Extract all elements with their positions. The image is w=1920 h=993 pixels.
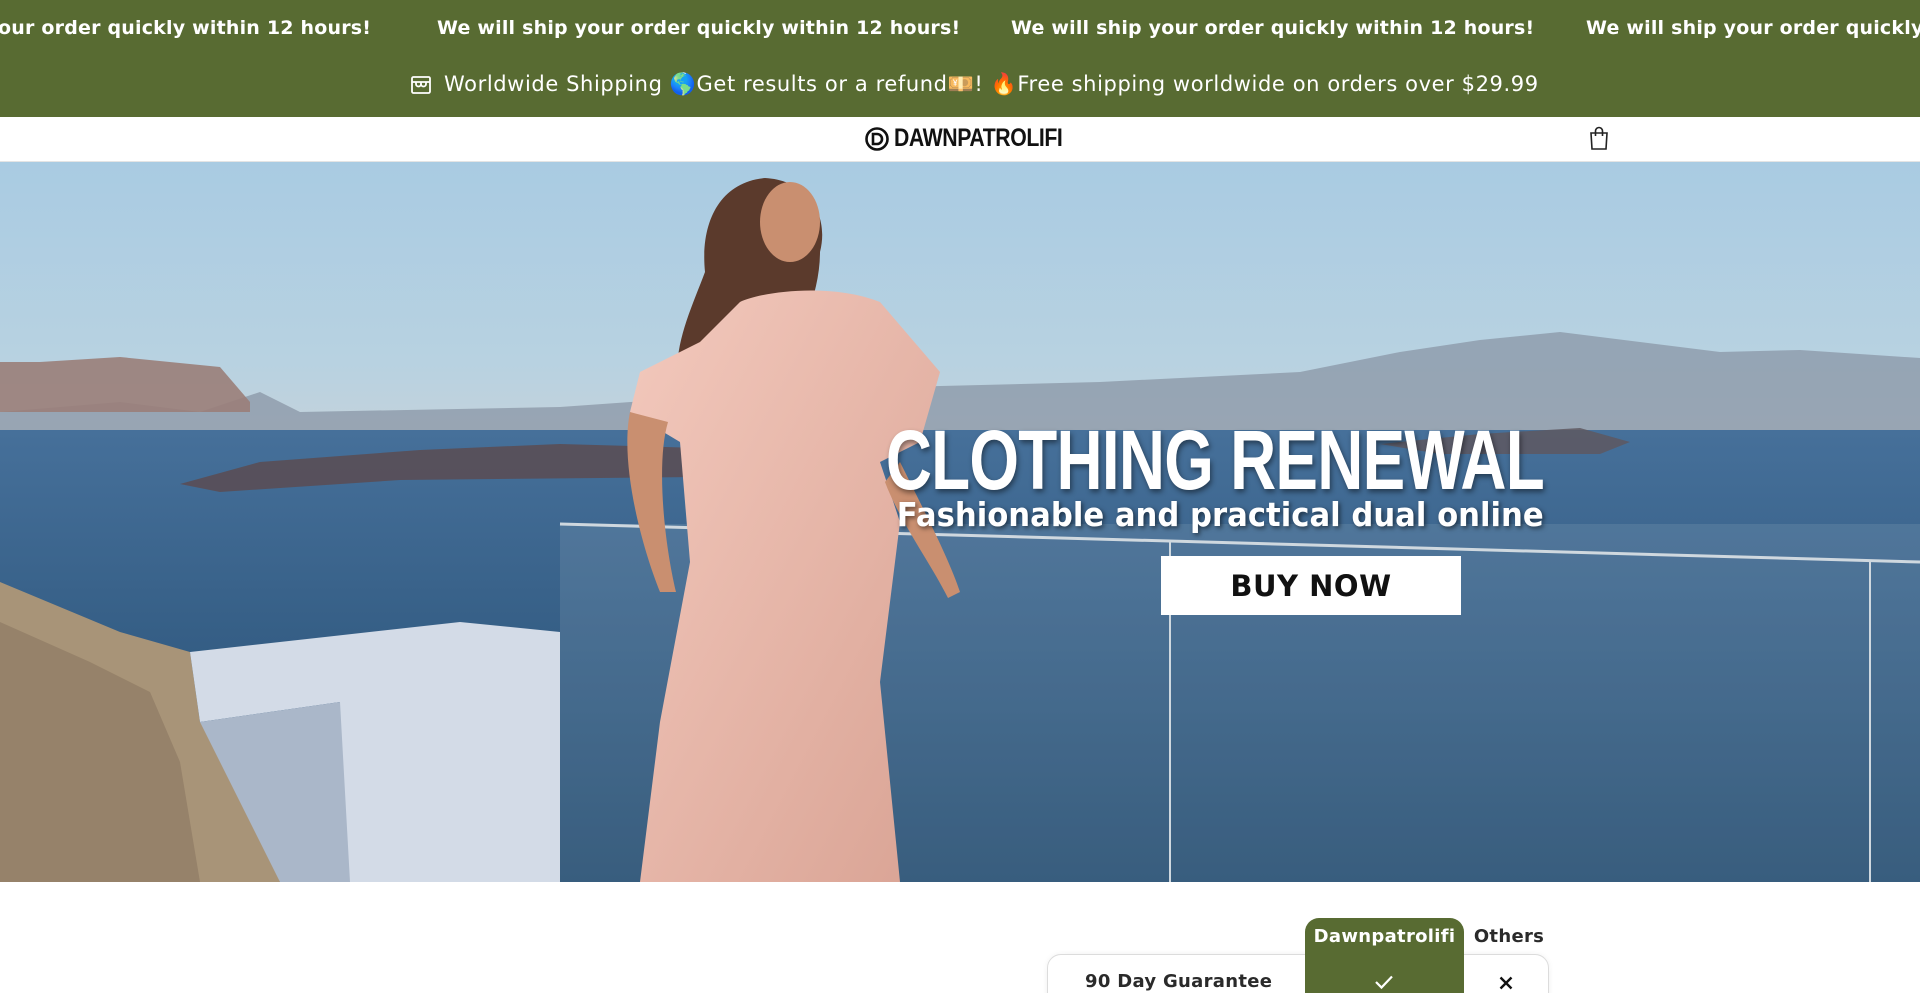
others-column-title: Others bbox=[1473, 926, 1545, 947]
logo-link[interactable]: DAWNPATROLIFI bbox=[865, 124, 1092, 153]
comparison-row-label: 90 Day Guarantee bbox=[1085, 971, 1273, 992]
cart-icon[interactable] bbox=[1587, 125, 1611, 151]
marquee-item: We will ship your order quickly within 1… bbox=[437, 17, 961, 39]
marquee-item: We will ship your order quickly w bbox=[1586, 17, 1920, 39]
hero-subheadline: Fashionable and practical dual online bbox=[896, 495, 1544, 534]
logo-text: DAWNPATROLIFI bbox=[894, 124, 1063, 152]
store-icon bbox=[410, 74, 432, 96]
marquee-item: We will ship your order quickly within 1… bbox=[1011, 17, 1535, 39]
announcement-text: Worldwide Shipping 🌎Get results or a ref… bbox=[444, 72, 1539, 96]
marquee-bar: our order quickly within 12 hours! We wi… bbox=[0, 0, 1920, 58]
site-header: DAWNPATROLIFI bbox=[0, 117, 1920, 162]
hero-banner: CLOTHING RENEWAL Fashionable and practic… bbox=[0, 162, 1920, 882]
check-icon bbox=[1374, 974, 1394, 990]
brand-column-title: Dawnpatrolifi bbox=[1313, 926, 1456, 947]
marquee-item: our order quickly within 12 hours! bbox=[0, 17, 372, 39]
buy-now-button[interactable]: BUY NOW bbox=[1161, 556, 1461, 615]
cross-icon bbox=[1499, 975, 1513, 990]
announcement-bar: Worldwide Shipping 🌎Get results or a ref… bbox=[0, 58, 1920, 117]
logo-mark-icon bbox=[865, 126, 889, 151]
comparison-section: Dawnpatrolifi Others 90 Day Guarantee bbox=[0, 882, 1920, 993]
